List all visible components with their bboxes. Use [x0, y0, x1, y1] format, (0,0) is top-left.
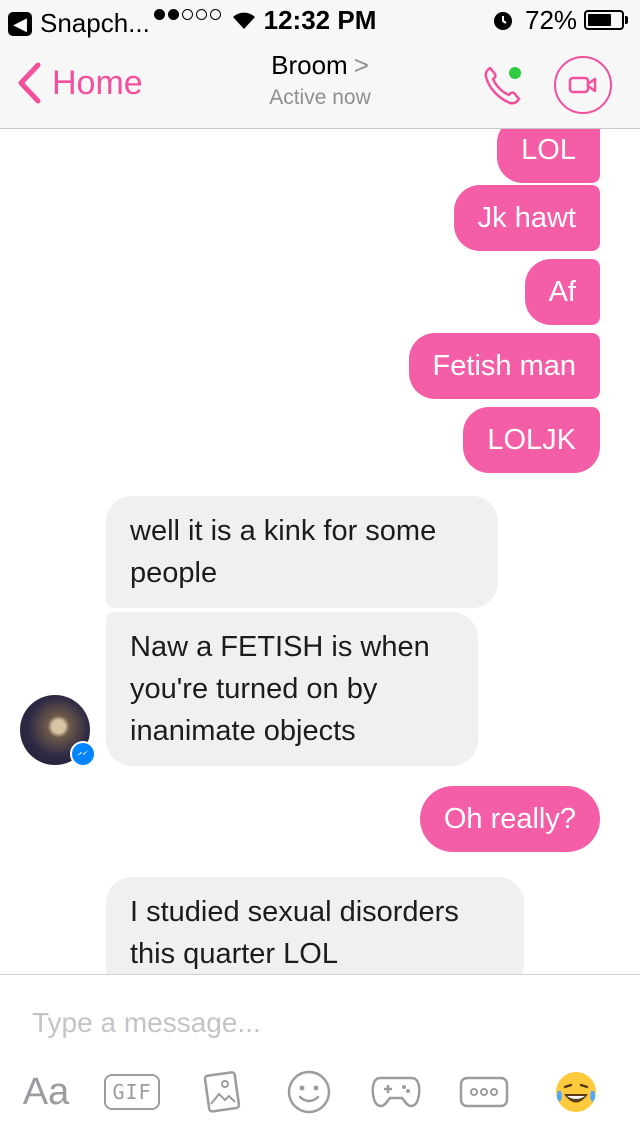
conversation-header: Home Broom > Active now [0, 40, 640, 129]
video-camera-icon [568, 76, 597, 94]
message-composer: Aa GIF [0, 974, 640, 1136]
quick-emoji-button[interactable] [550, 1067, 602, 1117]
message-list[interactable]: LOL Jk hawt Af Fetish man LOLJK well it … [0, 129, 640, 974]
more-options-button[interactable] [456, 1067, 512, 1117]
message-bubble-received[interactable]: well it is a kink for some people [106, 496, 498, 608]
messenger-badge-icon [70, 741, 96, 767]
contact-avatar[interactable] [20, 695, 96, 767]
phone-icon [484, 66, 521, 105]
photo-icon [203, 1071, 241, 1113]
emoji-icon [287, 1070, 331, 1114]
gif-button[interactable]: GIF [104, 1067, 160, 1117]
message-bubble-sent[interactable]: Af [524, 259, 600, 325]
chevron-right-icon: > [353, 50, 369, 80]
status-bar: ◀ Snapch... 12:32 PM 72% [0, 0, 640, 40]
games-button[interactable] [368, 1067, 424, 1117]
message-bubble-sent[interactable]: Oh really? [419, 786, 600, 852]
alarm-icon [494, 12, 512, 30]
game-controller-icon [371, 1076, 421, 1108]
composer-toolbar: Aa GIF [0, 1067, 640, 1117]
message-bubble-sent[interactable]: Fetish man [408, 333, 600, 399]
message-bubble-sent[interactable]: LOLJK [463, 407, 600, 473]
call-button[interactable] [478, 60, 528, 110]
battery-percent: 72% [525, 5, 578, 35]
more-icon [459, 1076, 509, 1108]
message-bubble-received[interactable]: I studied sexual disorders this quarter … [106, 877, 524, 974]
message-bubble-sent[interactable]: LOL [497, 129, 600, 183]
gif-icon: GIF [104, 1074, 160, 1110]
contact-name-button[interactable]: Broom > [0, 50, 640, 81]
video-call-button[interactable] [554, 56, 612, 114]
message-bubble-sent[interactable]: Jk hawt [453, 185, 600, 251]
photo-button[interactable] [196, 1067, 246, 1117]
contact-name: Broom [271, 50, 348, 80]
message-input[interactable] [32, 1003, 592, 1043]
message-bubble-received[interactable]: Naw a FETISH is when you're turned on by… [106, 612, 478, 766]
laughing-emoji-icon [556, 1072, 596, 1112]
battery-icon [584, 10, 624, 30]
active-status: Active now [269, 86, 371, 109]
emoji-button[interactable] [284, 1067, 334, 1117]
text-format-button[interactable]: Aa [18, 1067, 74, 1117]
